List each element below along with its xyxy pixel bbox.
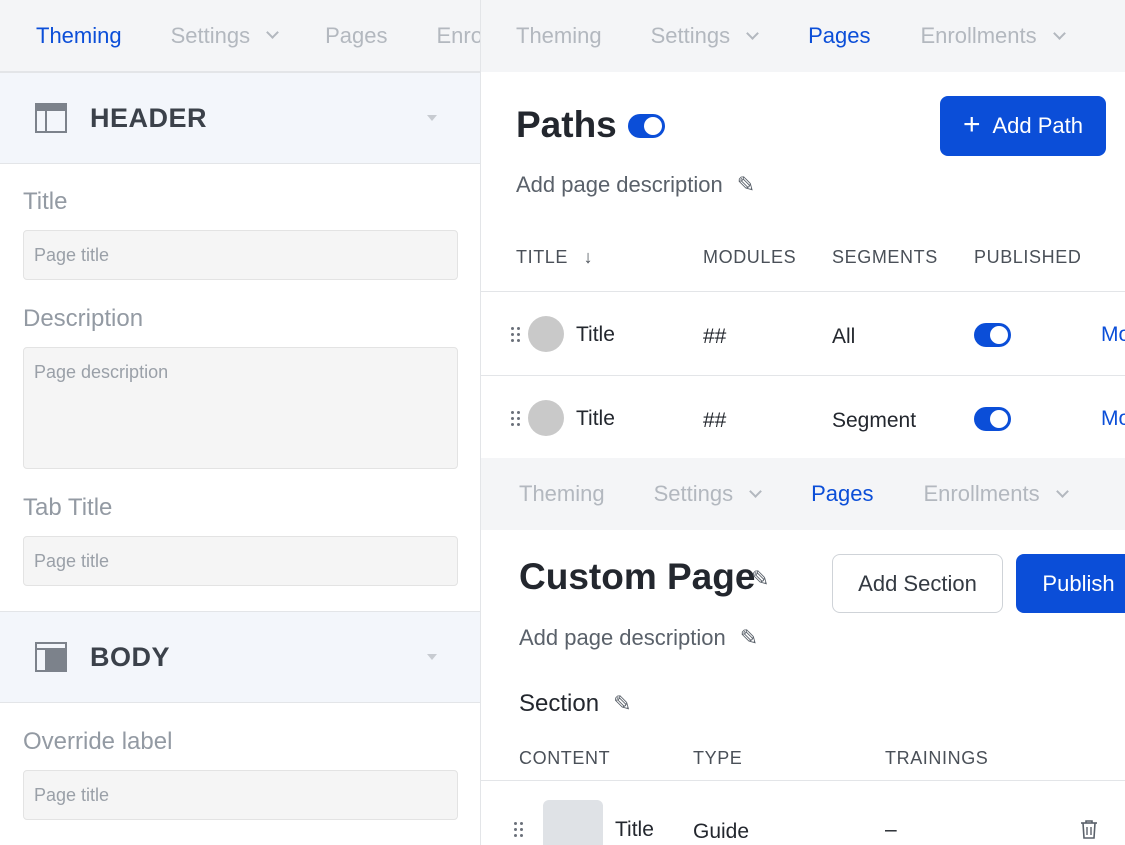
caret-down-icon [427,654,437,660]
tab-pages[interactable]: Pages [811,481,873,507]
tab-settings[interactable]: Settings [653,481,762,507]
header-section-toggle[interactable]: HEADER [0,72,480,164]
table-divider [481,375,1125,376]
page-title: Custom Page [519,556,756,597]
more-link[interactable]: More [1101,323,1125,347]
column-header-type: TYPE [693,748,743,768]
tab-enrollments-label: Enrollments [920,23,1037,48]
tab-theming[interactable]: Theming [516,23,602,49]
column-header-title[interactable]: TITLE ↓ [516,247,593,268]
paths-visibility-toggle[interactable] [628,114,665,138]
tab-theming[interactable]: Theming [519,481,605,507]
chevron-down-icon [749,484,762,498]
row-trainings: – [885,818,897,841]
drag-handle-icon[interactable] [511,411,521,427]
custom-page-panel: Theming Settings Pages Enrollments Custo… [481,458,1125,845]
section-title: Section [519,690,600,717]
description-field[interactable]: Page description [23,347,458,469]
publish-button[interactable]: Publish [1016,554,1125,613]
chevron-down-icon [746,26,759,40]
more-link[interactable]: More [1101,407,1125,431]
row-segments: All [832,325,856,348]
tab-settings-label: Settings [653,481,734,506]
content-thumbnail [543,800,603,845]
avatar [528,400,564,436]
description-field-label: Description [23,305,144,332]
row-title[interactable]: Title [576,407,615,431]
tab-settings[interactable]: Settings [650,23,759,49]
custom-page-tab-bar: Theming Settings Pages Enrollments [481,458,1125,530]
row-modules: ## [703,409,727,432]
arrow-down-icon: ↓ [583,247,594,267]
add-path-label: Add Path [992,113,1084,138]
chevron-down-icon [1055,484,1069,498]
tab-title-field[interactable]: Page title [23,536,458,586]
override-label-field-label: Override label [23,728,173,755]
page-title: Paths [516,104,617,145]
body-section-title: BODY [90,641,171,672]
column-header-trainings: TRAININGS [885,748,989,768]
tab-settings[interactable]: Settings [170,22,279,49]
pencil-icon[interactable]: ✎ [613,691,631,717]
tab-settings-label: Settings [650,23,731,48]
row-title[interactable]: Title [615,818,654,842]
plus-icon: + [962,107,981,141]
tab-enrollments[interactable]: Enrollments [923,481,1069,507]
column-header-segments: SEGMENTS [832,247,938,267]
chevron-down-icon [266,26,279,39]
tab-theming[interactable]: Theming [36,23,122,49]
table-divider [481,291,1125,292]
page-description[interactable]: Add page description ✎ [519,625,758,651]
pencil-icon[interactable]: ✎ [751,566,769,592]
row-segments: Segment [832,409,917,432]
paths-panel: Theming Settings Pages Enrollments Paths… [481,0,1125,458]
theming-panel: Theming Settings Pages Enrollments HEADE… [0,0,481,845]
tab-enrollments[interactable]: Enrollments [436,23,480,49]
add-section-button[interactable]: Add Section [832,554,1003,613]
row-type: Guide [693,820,750,843]
add-path-button[interactable]: + Add Path [940,96,1106,156]
table-divider [481,780,1125,781]
column-header-content: CONTENT [519,748,611,768]
section-heading: Section ✎ [519,690,632,718]
tab-title-field-label: Tab Title [23,494,113,521]
column-header-published: PUBLISHED [974,247,1082,267]
pencil-icon[interactable]: ✎ [740,625,758,651]
tab-enrollments-label: Enrollments [923,481,1040,506]
row-title[interactable]: Title [576,323,615,347]
caret-down-icon [427,115,437,121]
published-toggle[interactable] [974,323,1011,347]
pencil-icon[interactable]: ✎ [737,172,755,198]
page-description[interactable]: Add page description ✎ [516,172,755,198]
drag-handle-icon[interactable] [511,327,521,343]
title-field[interactable]: Page title [23,230,458,280]
body-section-toggle[interactable]: BODY [0,611,480,703]
page-description-placeholder: Add page description [516,172,723,197]
tab-pages[interactable]: Pages [808,23,870,49]
title-field-label: Title [23,188,68,215]
paths-tab-bar: Theming Settings Pages Enrollments [481,0,1125,72]
tab-enrollments[interactable]: Enrollments [920,23,1066,49]
override-label-field[interactable]: Page title [23,770,458,820]
drag-handle-icon[interactable] [514,822,524,838]
avatar [528,316,564,352]
chevron-down-icon [1052,26,1066,40]
header-section-title: HEADER [90,102,208,133]
left-tab-bar: Theming Settings Pages Enrollments [0,0,480,72]
tab-settings-label: Settings [170,22,251,48]
row-modules: ## [703,325,727,348]
layout-header-icon [35,103,67,133]
published-toggle[interactable] [974,407,1011,431]
column-header-modules: MODULES [703,247,797,267]
tab-pages[interactable]: Pages [325,23,387,49]
layout-body-icon [35,642,67,672]
trash-icon[interactable] [1080,819,1097,839]
column-header-title-label: TITLE [516,247,569,267]
page-description-placeholder: Add page description [519,625,726,650]
